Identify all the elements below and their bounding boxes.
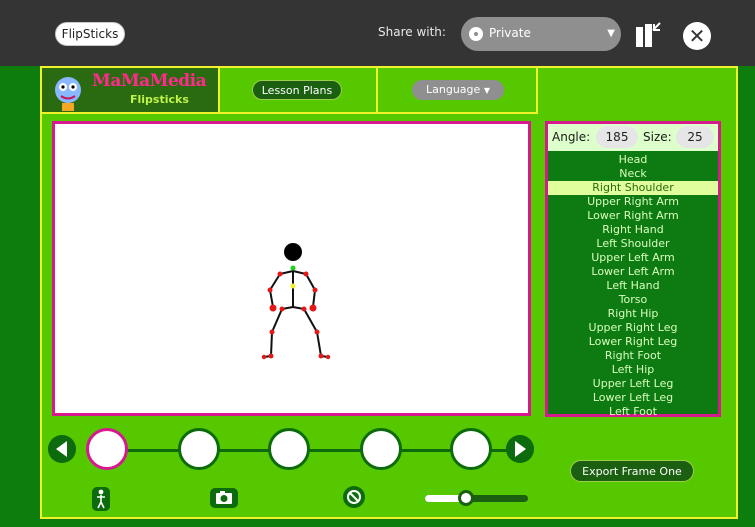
size-label: Size: [643,130,672,144]
body-part-item[interactable]: Lower Right Arm [548,209,718,223]
language-label: Language [426,83,481,96]
private-icon [469,27,483,41]
activity-title-field[interactable]: FlipSticks [55,22,125,46]
lesson-plans-button[interactable]: Lesson Plans [252,80,342,100]
logo-title: MaMaMedia [92,71,207,91]
joint-controls: Angle: 185 Size: 25 [548,124,718,151]
body-part-item[interactable]: Head [548,153,718,167]
share-label: Share with: [378,25,446,39]
language-dropdown[interactable]: Language ▼ [412,80,504,100]
body-part-item[interactable]: Right Foot [548,349,718,363]
speed-slider[interactable] [425,490,528,506]
drawing-stage[interactable] [52,121,531,416]
camera-icon[interactable] [210,488,238,508]
lesson-plans-cell: Lesson Plans [220,68,378,114]
stop-icon[interactable]: ✕ [683,22,711,50]
frame-thumbnail[interactable] [178,428,220,470]
right-arrow-icon[interactable] [506,435,534,463]
frame-thumbnail[interactable] [86,428,128,470]
body-part-item[interactable]: Upper Left Leg [548,377,718,391]
speed-slider-handle[interactable] [458,490,475,506]
logo-subtitle: Flipsticks [130,93,189,106]
frame-thumbnail[interactable] [268,428,310,470]
stick-figure-icon[interactable] [92,487,110,511]
body-parts-panel: Angle: 185 Size: 25 Head Neck Right Should… [545,121,721,419]
language-cell: Language ▼ [378,68,538,114]
angle-label: Angle: [552,130,591,144]
mascot-icon [55,77,81,111]
body-part-item[interactable]: Lower Left Arm [548,265,718,279]
share-select[interactable]: Private ▼ [461,17,621,51]
mamamedia-logo: MaMaMedia Flipsticks [42,68,220,114]
body-part-item[interactable]: Right Hip [548,307,718,321]
left-arrow-icon[interactable] [48,435,76,463]
body-part-item[interactable]: Right Shoulder [548,181,718,195]
body-part-item[interactable]: Right Hand [548,223,718,237]
body-parts-list: Head Neck Right Shoulder Upper Right Arm Low… [548,153,718,419]
body-part-item[interactable]: Lower Right Leg [548,335,718,349]
export-frame-button[interactable]: Export Frame One [570,460,694,482]
frame-thumbnail[interactable] [450,428,492,470]
chevron-down-icon: ▼ [607,28,615,39]
flipsticks-panel: MaMaMedia Flipsticks Lesson Plans Langua… [40,66,738,519]
body-part-item[interactable]: Left Hip [548,363,718,377]
chevron-down-icon: ▼ [483,86,490,95]
size-input[interactable]: 25 [676,126,714,148]
no-symbol-icon[interactable] [343,486,365,508]
share-value: Private [489,26,531,40]
head-joint[interactable] [284,243,302,261]
journal-keep-icon[interactable] [633,20,663,50]
frame-thumbnail[interactable] [360,428,402,470]
body-part-item[interactable]: Torso [548,293,718,307]
body-part-item[interactable]: Upper Left Arm [548,251,718,265]
torso-joint[interactable] [290,283,296,289]
body-part-item[interactable]: Lower Left Leg [548,391,718,405]
body-part-item[interactable]: Left Hand [548,279,718,293]
body-part-item[interactable]: Upper Right Leg [548,321,718,335]
body-part-item[interactable]: Left Foot [548,405,718,419]
stick-figure[interactable] [55,124,528,413]
body-part-item[interactable]: Upper Right Arm [548,195,718,209]
activity-toolbar: FlipSticks Share with: Private ▼ ✕ [0,0,755,66]
body-part-item[interactable]: Left Shoulder [548,237,718,251]
angle-input[interactable]: 185 [596,126,638,148]
neck-joint[interactable] [290,265,296,271]
body-part-item[interactable]: Neck [548,167,718,181]
